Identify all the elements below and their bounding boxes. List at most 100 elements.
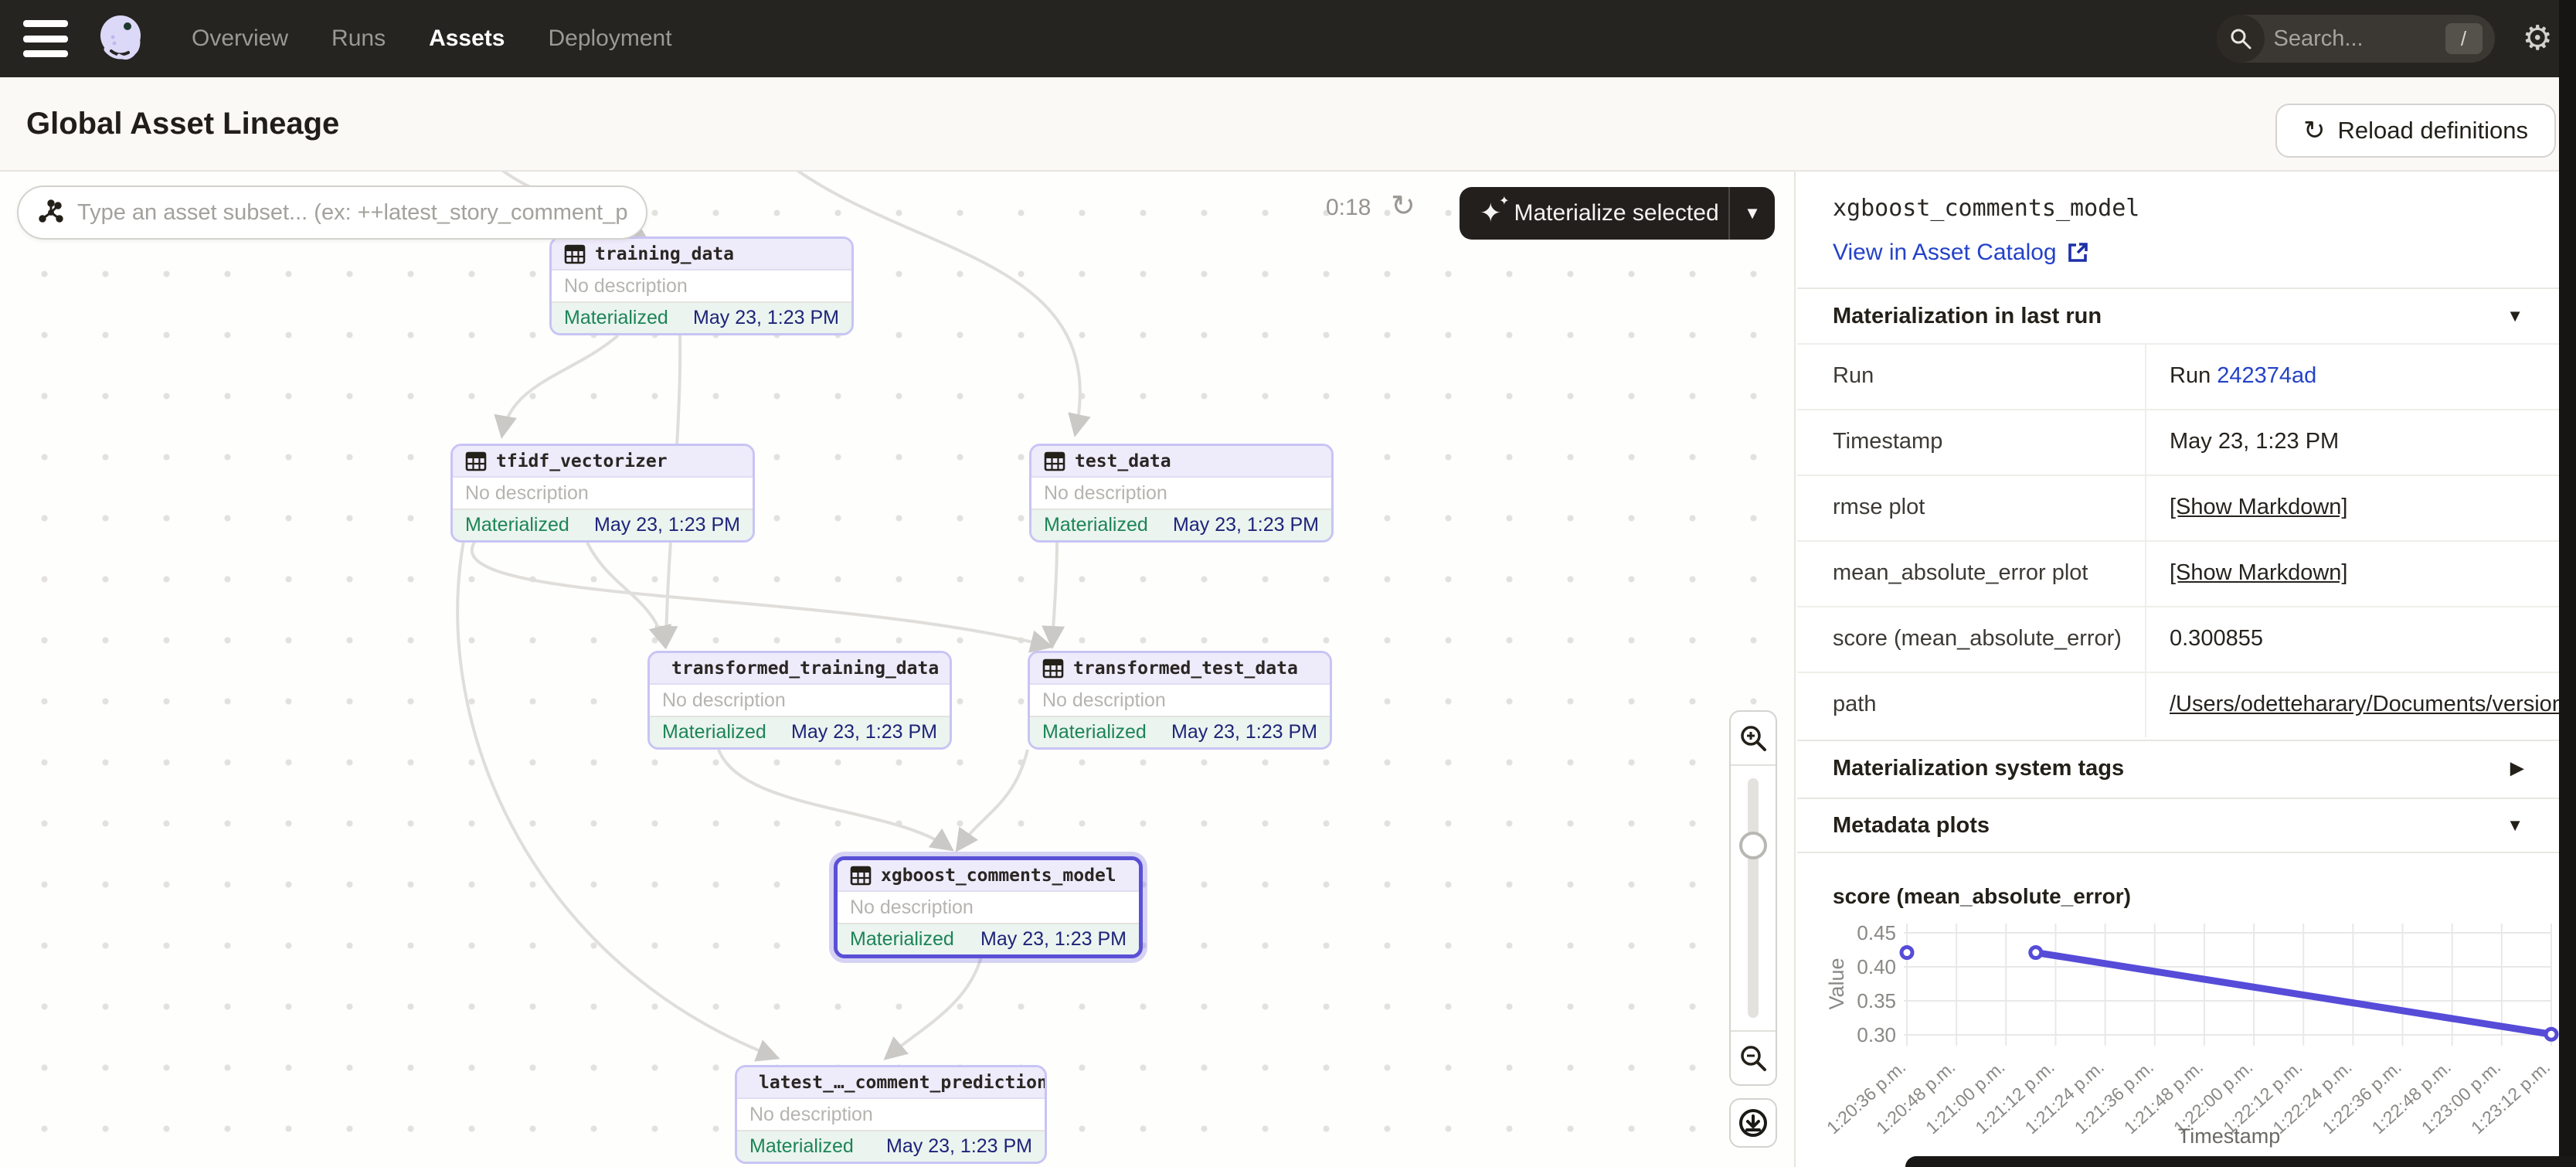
asset-node[interactable]: test_data No description Materialized Ma…	[1029, 444, 1334, 543]
asset-node-timestamp[interactable]: May 23, 1:23 PM	[886, 1135, 1032, 1158]
download-graph-button[interactable]	[1729, 1098, 1777, 1148]
partial-toast-edge	[1905, 1156, 2576, 1167]
page-title: Global Asset Lineage	[26, 107, 339, 141]
table-icon	[850, 865, 872, 886]
table-row: path /Users/odetteharary/Documents/versi…	[1797, 672, 2559, 737]
asset-node-status: Materialized	[662, 721, 766, 743]
section-materialization-last-run[interactable]: Materialization in last run ▼	[1797, 287, 2559, 343]
nav-item-assets[interactable]: Assets	[429, 26, 505, 52]
value-link[interactable]: [Show Markdown]	[2170, 560, 2348, 585]
asset-node-timestamp[interactable]: May 23, 1:23 PM	[1173, 514, 1319, 536]
asset-node-name: test_data	[1075, 451, 1171, 471]
section-materialization-system-tags[interactable]: Materialization system tags ▶	[1797, 740, 2559, 795]
value-link[interactable]: /Users/odetteharary/Documents/version	[2170, 692, 2559, 716]
asset-node[interactable]: tfidf_vectorizer No description Material…	[450, 444, 755, 543]
section-metadata-plots[interactable]: Metadata plots ▼	[1797, 798, 2559, 853]
table-row: score (mean_absolute_error) 0.300855	[1797, 606, 2559, 672]
asset-node-name: transformed_training_data	[671, 658, 939, 679]
asset-node-name: xgboost_comments_model	[881, 866, 1116, 886]
zoom-out-button[interactable]	[1731, 1030, 1776, 1084]
svg-text:Timestamp: Timestamp	[2178, 1124, 2281, 1148]
zoom-slider[interactable]	[1731, 766, 1776, 1030]
page-header: Global Asset Lineage ↻ Reload definition…	[0, 77, 2576, 172]
row-value: 0.300855	[2146, 607, 2559, 672]
asset-node-description: No description	[737, 1099, 1045, 1130]
asset-node-timestamp[interactable]: May 23, 1:23 PM	[1171, 721, 1317, 743]
asset-node-description: No description	[650, 685, 950, 716]
sparkle-icon: ✦✦	[1480, 198, 1502, 229]
asset-node-description: No description	[1030, 685, 1330, 716]
materialize-dropdown-caret[interactable]: ▼	[1728, 187, 1775, 240]
table-row: Timestamp May 23, 1:23 PM	[1797, 409, 2559, 475]
row-value: [Show Markdown]	[2146, 542, 2559, 606]
table-icon	[465, 451, 487, 472]
asset-node-name: transformed_test_data	[1073, 658, 1298, 679]
nav-item-runs[interactable]: Runs	[331, 26, 386, 52]
asset-node-name: training_data	[595, 244, 734, 264]
search-icon	[2217, 15, 2265, 63]
asset-node-timestamp[interactable]: May 23, 1:23 PM	[693, 307, 839, 329]
external-link-icon	[2066, 241, 2089, 264]
zoom-slider-thumb[interactable]	[1739, 832, 1767, 859]
score-line-chart: 0.300.350.400.45Value1:20:36 p.m.1:20:48…	[1820, 902, 2554, 1167]
materialize-selected-button[interactable]: ✦✦ Materialize selected ▼	[1460, 187, 1775, 240]
hamburger-menu-icon[interactable]	[23, 20, 70, 57]
panel-asset-title: xgboost_comments_model	[1833, 195, 2139, 222]
asset-node[interactable]: training_data No description Materialize…	[549, 236, 854, 335]
nav-links: Overview Runs Assets Deployment	[192, 26, 672, 52]
asset-node[interactable]: transformed_training_data No description…	[647, 651, 952, 750]
view-in-asset-catalog-link[interactable]: View in Asset Catalog	[1833, 240, 2089, 266]
asset-node[interactable]: transformed_test_data No description Mat…	[1028, 651, 1332, 750]
row-value: May 23, 1:23 PM	[2146, 410, 2559, 475]
asset-details-panel: xgboost_comments_model View in Asset Cat…	[1797, 172, 2559, 1167]
asset-node-timestamp[interactable]: May 23, 1:23 PM	[594, 514, 740, 536]
asset-node-description: No description	[453, 478, 753, 509]
graph-refresh-icon[interactable]: ↻	[1391, 189, 1415, 223]
value-link[interactable]: [Show Markdown]	[2170, 495, 2348, 519]
asset-node-timestamp[interactable]: May 23, 1:23 PM	[980, 928, 1127, 951]
row-label: Timestamp	[1797, 410, 2146, 475]
row-value: [Show Markdown]	[2146, 476, 2559, 540]
nav-item-overview[interactable]: Overview	[192, 26, 288, 52]
row-value: Run 242374ad	[2146, 345, 2559, 409]
row-label: path	[1797, 673, 2146, 737]
asset-node-description: No description	[1031, 478, 1331, 509]
asset-node-name: tfidf_vectorizer	[496, 451, 668, 471]
table-icon	[1044, 451, 1065, 472]
table-icon	[1042, 658, 1064, 679]
reload-definitions-button[interactable]: ↻ Reload definitions	[2275, 104, 2556, 158]
chevron-down-icon: ▼	[2506, 306, 2523, 326]
zoom-in-button[interactable]	[1731, 712, 1776, 766]
svg-text:0.40: 0.40	[1857, 955, 1896, 978]
asset-node[interactable]: latest_…_comment_predictions No descript…	[735, 1065, 1047, 1164]
asset-node-status: Materialized	[564, 307, 668, 329]
asset-node-status: Materialized	[749, 1135, 854, 1158]
search-input[interactable]	[2274, 26, 2428, 52]
asset-node-status: Materialized	[1042, 721, 1147, 743]
svg-text:0.35: 0.35	[1857, 989, 1896, 1012]
run-link[interactable]: 242374ad	[2217, 363, 2316, 388]
table-row: mean_absolute_error plot [Show Markdown]	[1797, 540, 2559, 606]
dagster-logo-icon[interactable]	[91, 9, 150, 68]
refresh-icon: ↻	[2303, 117, 2326, 144]
svg-text:0.45: 0.45	[1857, 921, 1896, 944]
asset-node-status: Materialized	[465, 514, 569, 536]
search-shortcut-badge: /	[2445, 23, 2483, 54]
asset-node-description: No description	[552, 270, 851, 301]
svg-text:0.30: 0.30	[1857, 1023, 1896, 1046]
asset-filter-input-wrap	[17, 185, 647, 240]
asset-node-timestamp[interactable]: May 23, 1:23 PM	[791, 721, 937, 743]
global-search[interactable]: /	[2217, 15, 2495, 63]
zoom-toolbar	[1729, 710, 1777, 1086]
nav-item-deployment[interactable]: Deployment	[548, 26, 671, 52]
settings-gear-icon[interactable]: ⚙	[2523, 22, 2553, 56]
row-label: Run	[1797, 345, 2146, 409]
row-label: rmse plot	[1797, 476, 2146, 540]
table-row: Run Run 242374ad	[1797, 343, 2559, 409]
row-label: mean_absolute_error plot	[1797, 542, 2146, 606]
asset-lineage-canvas[interactable]: training_data No description Materialize…	[0, 172, 1796, 1167]
asset-graph-icon	[37, 199, 65, 226]
asset-node-name: latest_…_comment_predictions	[759, 1073, 1047, 1093]
asset-filter-input[interactable]	[77, 200, 627, 226]
asset-node[interactable]: xgboost_comments_model No description Ma…	[834, 856, 1143, 958]
